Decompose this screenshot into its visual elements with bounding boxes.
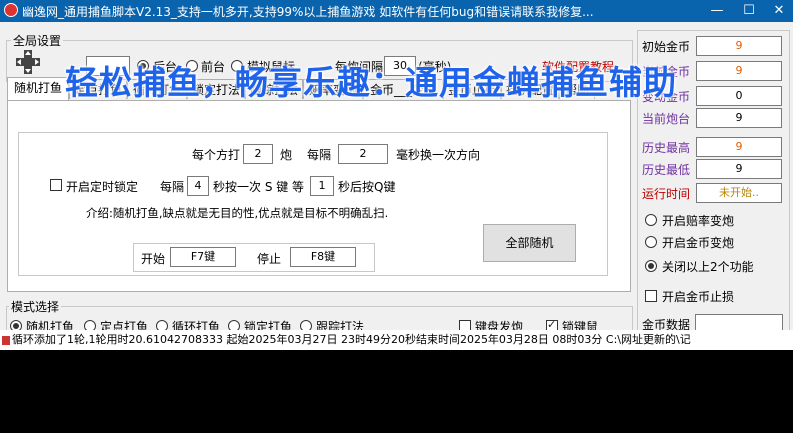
start-hotkey-field[interactable]: F7键 [170,247,236,267]
direction-ms-input[interactable]: 2 [338,144,388,164]
status-icon [2,335,10,345]
intro-text: 介绍:随机打鱼,缺点就是无目的性,优点就是目标不明确乱扫. [86,206,389,220]
disable-both-label: 关闭以上2个功能 [662,260,754,274]
history-low-label: 历史最低 [642,163,691,177]
pao-label: 炮 [280,148,293,162]
start-label: 开始 [141,252,166,266]
app-icon [4,3,18,17]
current-cannon-label: 当前炮台 [642,112,691,126]
press-q-label: 秒后按Q键 [338,180,396,194]
every2-label: 每隔 [160,180,185,194]
close-button[interactable]: ✕ [762,0,793,22]
current-cannon-value: 9 [696,108,782,128]
stop-label: 停止 [257,252,282,266]
promo-overlay-text: 轻松捕鱼，畅享乐趣：通用金蝉捕鱼辅助 [65,63,677,102]
timer-lock-label: 开启定时锁定 [66,180,139,194]
window-title: 幽逸网_通用捕鱼脚本V2.13_支持一机多开,支持99%以上捕鱼游戏 如软件有任… [22,5,594,19]
initial-gold-label: 初始金币 [642,40,691,54]
s-key-seconds-input[interactable]: 4 [187,176,209,196]
run-time-label: 运行时间 [642,187,691,201]
dpad-icon [16,50,40,74]
every-label: 每隔 [307,148,332,162]
disable-both-radio[interactable] [645,260,657,272]
history-low-value: 9 [696,159,782,179]
timer-lock-checkbox[interactable] [50,179,62,191]
maximize-button[interactable]: ☐ [732,0,766,22]
gold-cannon-label: 开启金币变炮 [662,236,735,250]
tab-random[interactable]: 随机打鱼 [7,77,69,100]
gold-cannon-radio[interactable] [645,236,657,248]
global-settings-label: 全局设置 [11,32,64,49]
run-time-value: 未开始.. [696,183,782,203]
changed-gold-value: 0 [696,86,782,106]
change-direction-label: 毫秒换一次方向 [396,148,481,162]
status-text: 循环添加了1轮,1轮用时20.61042708333 起始2025年03月27日… [12,333,691,346]
per-direction-label: 每个方打 [192,148,241,162]
gold-stoploss-checkbox[interactable] [645,290,657,302]
initial-gold-value: 9 [696,36,782,56]
minimize-button[interactable]: — [700,0,734,22]
shots-per-direction-input[interactable]: 2 [243,144,273,164]
q-key-seconds-input[interactable]: 1 [310,176,334,196]
history-high-value: 9 [696,137,782,157]
press-s-label: 秒按一次 S 键 等 [213,180,305,194]
history-high-label: 历史最高 [642,141,691,155]
current-gold-value: 9 [696,61,782,81]
all-random-button[interactable]: 全部随机 [483,224,576,262]
status-bar: 循环添加了1轮,1轮用时20.61042708333 起始2025年03月27日… [0,330,793,350]
mode-select-label: 模式选择 [9,298,62,315]
gold-data-box[interactable] [695,314,783,330]
odds-cannon-label: 开启赔率变炮 [662,214,735,228]
odds-cannon-radio[interactable] [645,214,657,226]
stop-hotkey-field[interactable]: F8键 [290,247,356,267]
title-bar[interactable]: 幽逸网_通用捕鱼脚本V2.13_支持一机多开,支持99%以上捕鱼游戏 如软件有任… [0,0,793,22]
gold-stoploss-label: 开启金币止损 [662,290,735,304]
